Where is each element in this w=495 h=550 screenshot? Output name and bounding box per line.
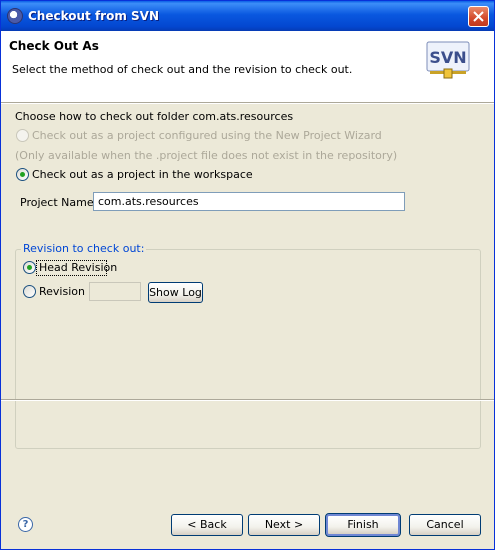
back-button[interactable]: < Back <box>171 514 243 536</box>
show-log-button[interactable]: Show Log <box>148 282 203 303</box>
page-title: Check Out As <box>9 39 99 53</box>
wizard-header: Check Out As Select the method of check … <box>1 31 494 102</box>
title-bar[interactable]: Checkout from SVN <box>1 1 494 31</box>
option-wizard-note: (Only available when the .project file d… <box>15 149 398 162</box>
revision-group <box>15 249 481 449</box>
revision-number-field[interactable] <box>89 282 141 301</box>
header-separator <box>1 102 494 104</box>
svn-logo-icon: SVN <box>426 41 470 79</box>
radio-revision[interactable] <box>23 285 36 298</box>
help-icon[interactable]: ? <box>18 517 33 532</box>
checkout-prompt: Choose how to check out folder com.ats.r… <box>15 110 294 123</box>
radio-wizard-option <box>16 129 29 142</box>
revision-group-label: Revision to check out: <box>21 242 147 255</box>
next-button[interactable]: Next > <box>248 514 320 536</box>
option-wizard-label: Check out as a project configured using … <box>32 129 382 142</box>
radio-workspace-option[interactable] <box>16 168 29 181</box>
finish-button[interactable]: Finish <box>325 513 401 537</box>
svn-logo-text: SVN <box>429 48 466 67</box>
checkout-dialog: Checkout from SVN Check Out As Select th… <box>0 0 495 550</box>
footer-separator <box>1 399 494 401</box>
head-revision-label[interactable]: Head Revision <box>39 261 117 274</box>
project-name-field[interactable]: com.ats.resources <box>93 192 405 211</box>
revision-label[interactable]: Revision <box>39 285 85 298</box>
option-workspace-label[interactable]: Check out as a project in the workspace <box>32 168 253 181</box>
radio-head-revision[interactable] <box>23 261 36 274</box>
cancel-button[interactable]: Cancel <box>409 514 481 536</box>
window-title: Checkout from SVN <box>28 9 159 23</box>
page-description: Select the method of check out and the r… <box>12 63 353 76</box>
eclipse-icon <box>7 8 23 24</box>
project-name-label: Project Name: <box>20 196 98 209</box>
close-button[interactable] <box>468 6 489 27</box>
close-icon <box>473 11 484 22</box>
